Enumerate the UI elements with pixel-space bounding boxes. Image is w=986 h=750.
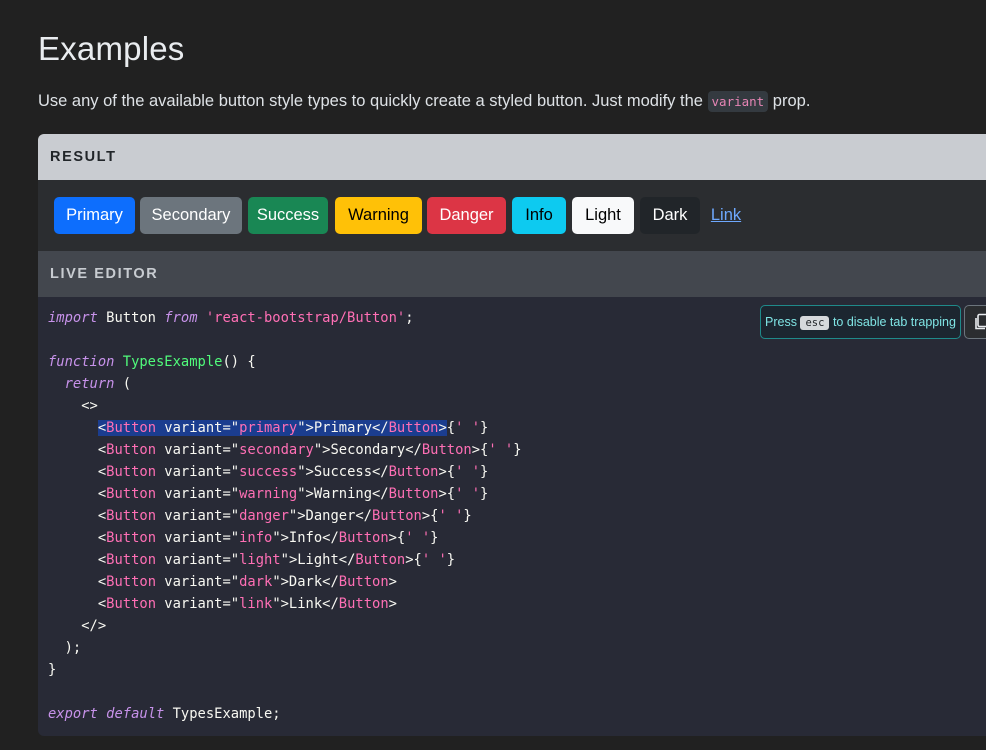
result-preview: Primary Secondary Success Warning Danger Info… <box>38 180 986 251</box>
code-line: <Button variant="success">Success</Butto… <box>48 464 489 480</box>
button-light[interactable]: Light <box>572 197 634 234</box>
code-line: <> <box>48 398 98 414</box>
live-editor-header: LIVE EDITOR <box>38 251 986 297</box>
button-secondary[interactable]: Secondary <box>140 197 242 234</box>
code-line: function TypesExample() { <box>48 354 256 370</box>
tab-trapping-notice: Press esc to disable tab trapping <box>760 305 961 339</box>
code-line: <Button variant="info">Info</Button>{' '… <box>48 530 439 546</box>
code-editor[interactable]: import Button from 'react-bootstrap/Butt… <box>48 307 522 725</box>
esc-key: esc <box>800 316 830 330</box>
intro-text: Use any of the available button style ty… <box>38 91 811 112</box>
code-line: <Button variant="danger">Danger</Button>… <box>48 508 472 524</box>
live-editor[interactable]: import Button from 'react-bootstrap/Butt… <box>38 297 986 736</box>
code-line: </> <box>48 618 107 634</box>
code-line: <Button variant="secondary">Secondary</B… <box>48 442 522 458</box>
button-danger[interactable]: Danger <box>427 197 506 234</box>
code-line: <Button variant="primary">Primary</Butto… <box>97 420 489 436</box>
code-line: } <box>48 662 57 678</box>
page-title: Examples <box>38 30 185 67</box>
tab-trap-suffix: to disable tab trapping <box>832 315 956 329</box>
code-line: ); <box>48 640 82 656</box>
copy-button[interactable] <box>964 305 986 339</box>
tab-trap-prefix: Press <box>765 315 797 329</box>
button-primary[interactable]: Primary <box>54 197 135 234</box>
code-line: <Button variant="warning">Warning</Butto… <box>48 486 489 502</box>
code-line: <Button variant="link">Link</Button> <box>48 596 397 612</box>
code-line: export default TypesExample; <box>48 706 281 722</box>
result-header: RESULT <box>38 134 986 180</box>
inline-code-variant: variant <box>707 91 769 112</box>
button-link[interactable]: Link <box>705 197 747 234</box>
example-panel: RESULT Primary Secondary Success Warning Dan… <box>38 134 986 736</box>
code-line: import Button from 'react-bootstrap/Butt… <box>48 310 414 326</box>
intro-text-before: Use any of the available button style ty… <box>38 92 708 110</box>
code-selection: <Button variant="primary">Primary</Butto… <box>97 420 447 436</box>
button-success[interactable]: Success <box>248 197 328 234</box>
code-line: <Button variant="dark">Dark</Button> <box>48 574 397 590</box>
button-info[interactable]: Info <box>512 197 566 234</box>
code-line: return ( <box>64 376 132 392</box>
button-warning[interactable]: Warning <box>335 197 422 234</box>
intro-text-after: prop. <box>768 92 811 110</box>
code-line: <Button variant="light">Light</Button>{'… <box>48 552 456 568</box>
button-dark[interactable]: Dark <box>640 197 700 234</box>
copy-icon <box>975 313 986 330</box>
